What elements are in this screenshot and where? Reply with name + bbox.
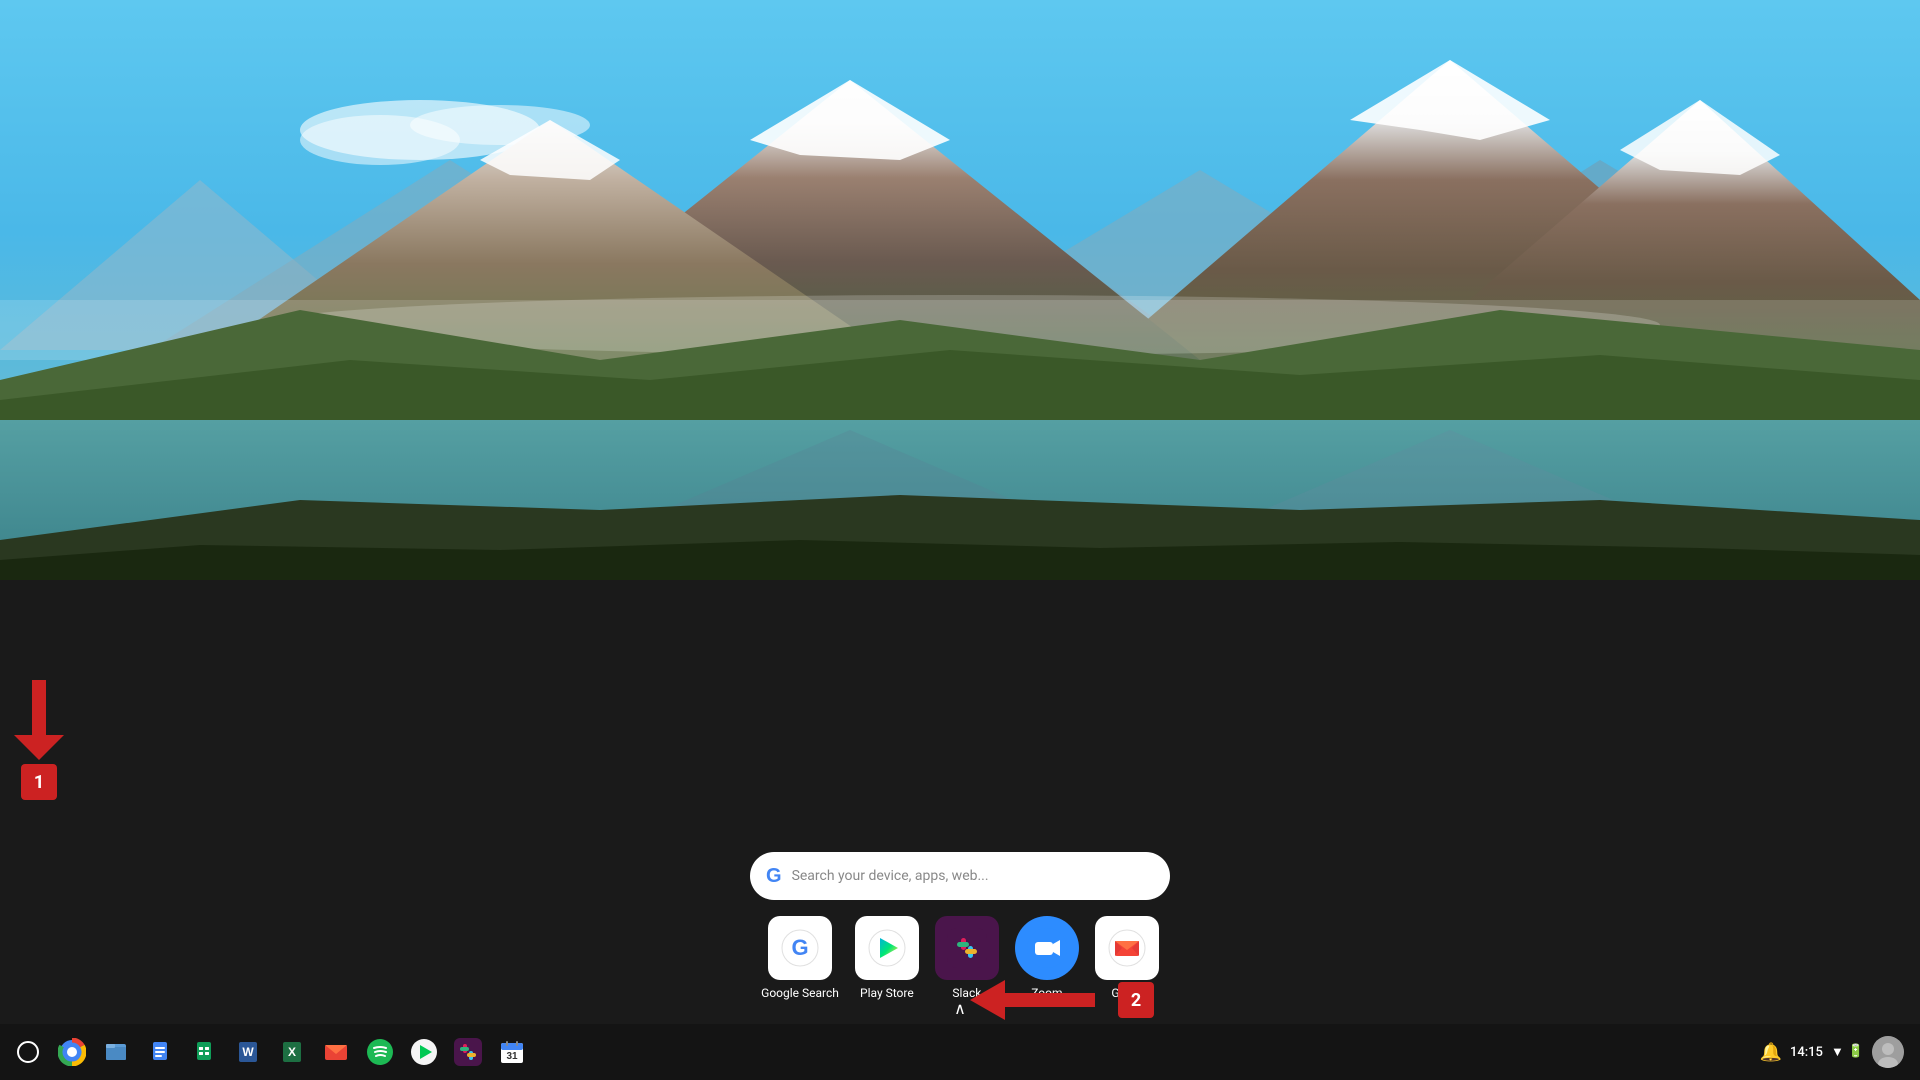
shelf-excel-icon[interactable]: X [272, 1032, 312, 1072]
annotation-arrow-2: 2 [970, 975, 1154, 1025]
shelf-chrome-icon[interactable] [52, 1032, 92, 1072]
gmail-icon [1095, 916, 1159, 980]
shelf-calendar-icon[interactable]: 31 [492, 1032, 532, 1072]
shelf-files-icon[interactable] [96, 1032, 136, 1072]
clock-display: 14:15 [1790, 1045, 1823, 1060]
shelf-slack-icon[interactable] [448, 1032, 488, 1072]
google-logo-icon: G [766, 865, 782, 888]
google-search-label: Google Search [761, 986, 839, 1000]
svg-text:G: G [791, 935, 808, 960]
svg-text:W: W [242, 1045, 254, 1059]
app-play-store[interactable]: Play Store [855, 916, 919, 1000]
play-store-label: Play Store [860, 986, 914, 1000]
shelf-right: 🔔 14:15 ▼ 🔋 [1760, 1036, 1912, 1068]
shelf-docs-icon[interactable] [140, 1032, 180, 1072]
search-placeholder: Search your device, apps, web... [792, 868, 989, 884]
shelf-word-icon[interactable]: W [228, 1032, 268, 1072]
slack-icon [935, 916, 999, 980]
shelf-left: W X [8, 1032, 1760, 1072]
annotation-arrow-1: 1 [14, 680, 64, 800]
user-avatar[interactable] [1872, 1036, 1904, 1068]
battery-icon: 🔋 [1848, 1044, 1864, 1060]
shelf-play-icon[interactable] [404, 1032, 444, 1072]
annotation-number-2: 2 [1118, 982, 1154, 1018]
annotation-number-1: 1 [21, 764, 57, 800]
svg-text:X: X [288, 1045, 296, 1059]
shelf-spotify-icon[interactable] [360, 1032, 400, 1072]
shelf-launcher-button[interactable] [8, 1032, 48, 1072]
svg-text:31: 31 [506, 1051, 518, 1062]
wallpaper [0, 0, 1920, 580]
play-store-icon [855, 916, 919, 980]
network-icon: ▼ [1831, 1044, 1844, 1060]
shelf-sheets-icon[interactable] [184, 1032, 224, 1072]
google-search-icon: G [768, 916, 832, 980]
system-shelf: W X [0, 1024, 1920, 1080]
shelf-gmail-icon[interactable] [316, 1032, 356, 1072]
notification-icon[interactable]: 🔔 [1760, 1042, 1782, 1063]
search-bar[interactable]: G Search your device, apps, web... [750, 852, 1170, 900]
app-google-search[interactable]: G Google Search [761, 916, 839, 1000]
status-icons[interactable]: ▼ 🔋 [1831, 1044, 1864, 1060]
zoom-icon [1015, 916, 1079, 980]
